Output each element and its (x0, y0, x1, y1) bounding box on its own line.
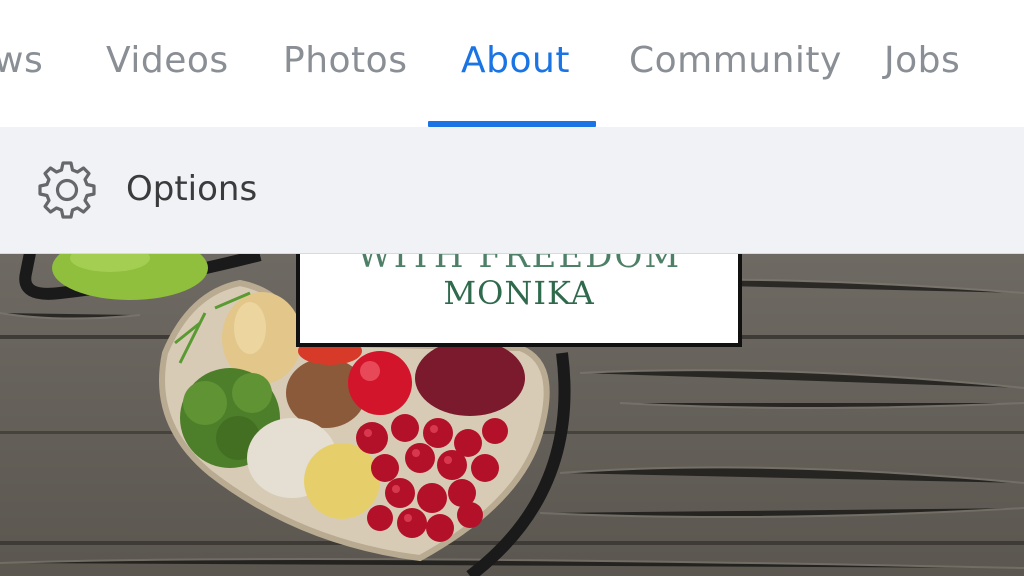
tab-bar: ws Videos Photos About Community Jobs (0, 0, 1024, 127)
tab-photos[interactable]: Photos (283, 36, 407, 86)
tab-news[interactable]: ws (0, 36, 43, 86)
profile-card: WITH FREEDOM MONIKA (296, 253, 742, 347)
options-bar: Options (0, 127, 1024, 254)
options-label: Options (126, 169, 258, 209)
options-button[interactable]: Options (36, 157, 276, 221)
tab-community[interactable]: Community (629, 36, 842, 86)
profile-card-line1: WITH FREEDOM (356, 253, 682, 276)
tab-videos[interactable]: Videos (106, 36, 229, 86)
profile-card-name: MONIKA (443, 274, 595, 312)
tab-about[interactable]: About (461, 36, 570, 86)
gear-icon (36, 159, 98, 221)
cover-photo[interactable]: WITH FREEDOM MONIKA (0, 253, 1024, 576)
tab-jobs[interactable]: Jobs (884, 36, 960, 86)
